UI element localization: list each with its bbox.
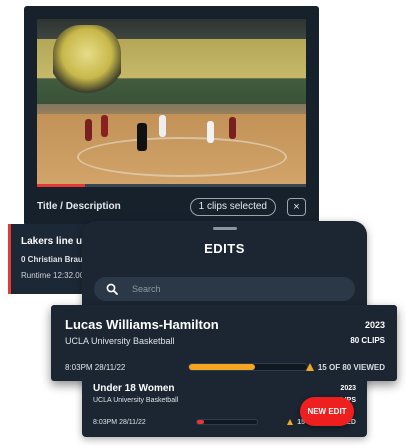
edit-team: UCLA University Basketball: [93, 397, 179, 404]
video-panel: Title / Description 1 clips selected ×: [24, 6, 319, 226]
video-progress-track[interactable]: [37, 184, 306, 187]
close-icon[interactable]: ×: [287, 198, 306, 216]
player-figure: [207, 121, 214, 143]
search-icon: [106, 283, 118, 295]
new-edit-button[interactable]: NEW EDIT: [300, 397, 354, 426]
player-figure: [101, 115, 108, 137]
viewed-progress-track: [188, 363, 308, 371]
edit-date: 8:03PM 28/11/22: [65, 363, 126, 372]
edit-name: Lucas Williams-Hamilton: [65, 317, 219, 332]
warning-icon: [305, 363, 314, 371]
sheet-title: EDITS: [204, 241, 245, 256]
viewed-progress-track: [196, 419, 258, 425]
video-player[interactable]: [37, 19, 306, 185]
viewed-text: 15 OF 80 VIEWED: [317, 363, 385, 372]
clip-title: Lakers line up: [21, 236, 89, 247]
edit-card[interactable]: Lucas Williams-Hamilton UCLA University …: [51, 305, 397, 381]
viewed-status: 15 OF 80 VIEWED: [305, 363, 385, 372]
clip-player: 0 Christian Braun: [21, 255, 88, 264]
player-figure: [85, 119, 92, 141]
clip-runtime: Runtime 12:32.00: [21, 271, 85, 280]
title-row: Title / Description 1 clips selected ×: [37, 198, 306, 218]
court-line: [77, 137, 287, 177]
edit-year: 2023: [340, 385, 356, 392]
search-input[interactable]: [132, 277, 332, 301]
title-description-label: Title / Description: [37, 201, 121, 212]
sheet-drag-handle[interactable]: [213, 227, 237, 230]
viewed-progress-fill: [189, 364, 256, 370]
search-bar[interactable]: [94, 277, 355, 301]
viewed-progress-fill: [197, 420, 205, 424]
knight-mural: [53, 25, 121, 97]
video-progress-fill: [37, 184, 86, 187]
referee-figure: [137, 123, 147, 151]
player-figure: [159, 115, 166, 137]
warning-icon: [287, 419, 294, 425]
edit-name: Under 18 Women: [93, 383, 175, 394]
player-figure: [229, 117, 236, 139]
edit-date: 8:03PM 28/11/22: [93, 419, 146, 426]
edit-year: 2023: [364, 320, 385, 330]
edit-team: UCLA University Basketball: [65, 336, 175, 346]
clips-selected-badge[interactable]: 1 clips selected: [189, 198, 276, 216]
edit-clip-count: 80 CLIPS: [350, 336, 385, 345]
